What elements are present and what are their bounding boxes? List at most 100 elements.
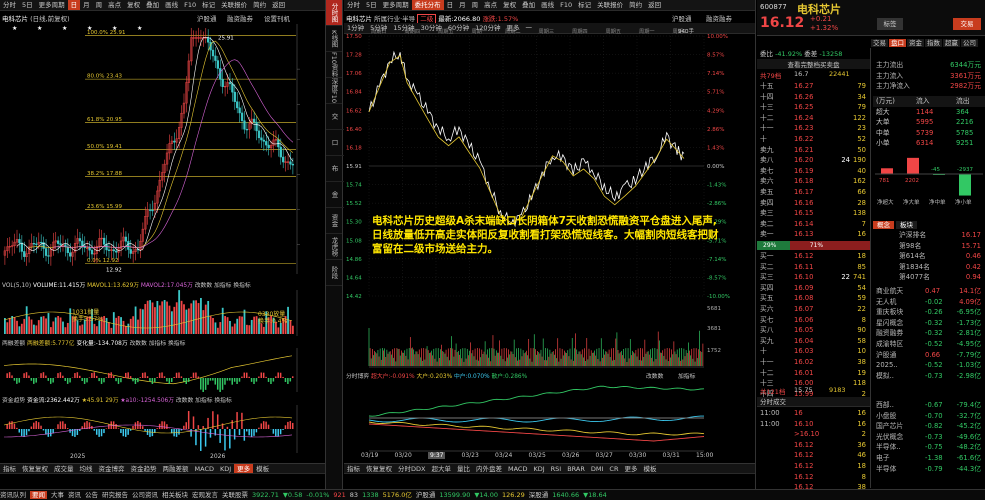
status-tab[interactable]: 大事 xyxy=(51,491,64,499)
fund-param-button[interactable]: 改数数 xyxy=(176,398,193,404)
toolbar-button[interactable]: MACD xyxy=(505,464,530,473)
toolbar-button[interactable]: 画线 xyxy=(162,0,181,10)
vol-param-button[interactable]: 改数数 xyxy=(195,283,212,289)
toolbar-button[interactable]: F10 xyxy=(181,0,199,10)
toolbar-button[interactable]: 关联报价 xyxy=(218,0,250,10)
book-row[interactable]: 买七 16.06 8 xyxy=(757,315,870,326)
toolbar-button[interactable]: 分时DDX xyxy=(395,464,428,473)
quote-tab[interactable]: 盘口 xyxy=(889,39,906,47)
book-row[interactable]: 买二 16.11 85 xyxy=(757,262,870,273)
margin-switch-button[interactable]: 换指标 xyxy=(168,341,185,347)
toolbar-button[interactable]: 月 xyxy=(80,0,93,10)
toolbar-button[interactable]: 5日 xyxy=(19,0,36,10)
sector-row[interactable]: 星闪概念 -0.32 -1.73亿 xyxy=(873,318,985,329)
sector-row[interactable]: 半导体 -0.79 -44.3亿 xyxy=(873,464,985,475)
toolbar-button[interactable]: 简约 xyxy=(626,0,645,10)
book-row[interactable]: 卖五 16.17 66 xyxy=(757,187,870,198)
toolbar-button[interactable]: 叠加 xyxy=(519,0,538,10)
side-tab[interactable]: 分时图 xyxy=(326,0,342,26)
toolbar-button[interactable]: 周 xyxy=(469,0,482,10)
toolbar-button[interactable]: 更多周期 xyxy=(36,0,68,10)
sector-row[interactable]: 半导体.. -0.75 -48.2亿 xyxy=(873,442,985,453)
toolbar-button[interactable]: 复权 xyxy=(124,0,143,10)
status-tab[interactable]: 公司资讯 xyxy=(132,491,158,499)
toolbar-button[interactable]: 量比 xyxy=(454,464,473,473)
toolbar-button[interactable]: 均线 xyxy=(77,464,96,473)
sector-row[interactable]: 2025.. -0.52 -1.03亿 xyxy=(873,360,985,371)
toolbar-button[interactable]: 返回 xyxy=(269,0,288,10)
rank-tab[interactable]: 板块 xyxy=(896,221,917,229)
toolbar-button[interactable]: CR xyxy=(606,464,621,473)
book-row[interactable]: 卖八 16.20 190 24 xyxy=(757,155,870,166)
trade-button[interactable]: 交易 xyxy=(953,18,981,30)
toolbar-button[interactable]: KDJ xyxy=(217,464,234,473)
toolbar-button[interactable]: 日 xyxy=(444,0,457,10)
full-book-link[interactable]: 查看完整档买卖盘 xyxy=(757,59,870,69)
toolbar-button[interactable]: 标记 xyxy=(199,0,218,10)
status-tab[interactable]: 宏观发言 xyxy=(192,491,218,499)
toolbar-button[interactable]: 复权 xyxy=(500,0,519,10)
tag-button[interactable]: 标签 xyxy=(877,18,903,30)
toolbar-button[interactable]: DMI xyxy=(588,464,607,473)
book-row[interactable]: 十一 16.23 23 xyxy=(757,123,870,134)
toolbar-button[interactable]: BRAR xyxy=(564,464,588,473)
sector-row[interactable]: 西部.. -0.67 -79.4亿 xyxy=(873,400,985,411)
side-tab[interactable]: 资金 xyxy=(326,208,342,234)
book-row[interactable]: 十三 16.25 79 xyxy=(757,102,870,113)
status-tab[interactable]: 相关板块 xyxy=(162,491,188,499)
book-row[interactable]: 买三 16.10 741 22 xyxy=(757,272,870,283)
book-row[interactable]: 十四 16.26 34 xyxy=(757,92,870,103)
toolbar-button[interactable]: 更多 xyxy=(621,464,640,473)
book-row[interactable]: 卖七 16.19 40 xyxy=(757,166,870,177)
sector-row[interactable]: 小盘股 -0.70 -32.7亿 xyxy=(873,411,985,422)
book-row[interactable]: 十二 16.24 122 xyxy=(757,113,870,124)
sector-row[interactable]: 成渝特区 -0.52 -4.95亿 xyxy=(873,339,985,350)
status-tab[interactable]: 关联股票 xyxy=(222,491,248,499)
sector-row[interactable]: 光伏概念 -0.73 -49.6亿 xyxy=(873,432,985,443)
toolbar-button[interactable]: KDJ xyxy=(530,464,547,473)
quote-tab[interactable]: 资金 xyxy=(907,39,924,47)
side-tab[interactable]: 阶段 xyxy=(326,260,342,286)
book-row[interactable]: 买四 16.09 54 xyxy=(757,283,870,294)
toolbar-button[interactable]: 分时 xyxy=(0,0,19,10)
book-row[interactable]: 卖六 16.18 162 xyxy=(757,176,870,187)
toolbar-button[interactable]: 叠加 xyxy=(143,0,162,10)
sector-row[interactable]: 重庆板块 -0.26 -6.95亿 xyxy=(873,307,985,318)
settings-label[interactable]: 设置刊机 xyxy=(264,13,290,23)
toolbar-button[interactable]: MACD xyxy=(192,464,217,473)
toolbar-button[interactable]: 更多 xyxy=(234,464,254,473)
sector-row[interactable]: 无人机 -0.02 4.09亿 xyxy=(873,297,985,308)
quote-tab[interactable]: 指数 xyxy=(925,39,942,47)
kline-chart[interactable]: 100.0% 25.91 80.0% 23.43 61.8% 20.95 50.0% … xyxy=(0,24,326,279)
toolbar-button[interactable]: 5日 xyxy=(363,0,380,10)
book-row[interactable]: 十 16.22 52 xyxy=(757,134,870,145)
vol-switch-button[interactable]: 换指标 xyxy=(233,283,250,289)
toolbar-button[interactable]: 高点 xyxy=(481,0,500,10)
fund-param-button[interactable]: 改数数 xyxy=(646,371,663,380)
book-row[interactable]: 卖一 16.13 16 xyxy=(757,229,870,240)
status-tab[interactable]: 资讯队列 xyxy=(0,491,26,499)
quote-tab[interactable]: 交易 xyxy=(871,39,888,47)
toolbar-button[interactable]: 超大单 xyxy=(428,464,454,473)
toolbar-button[interactable]: 模板 xyxy=(640,464,659,473)
hk-connect-label[interactable]: 沪股通 xyxy=(672,13,692,23)
book-row[interactable]: 十一 16.02 38 xyxy=(757,357,870,368)
side-tab[interactable]: K线图 xyxy=(326,26,342,52)
book-row[interactable]: 十五 16.27 79 xyxy=(757,81,870,92)
side-tab[interactable]: 龙虎榜 xyxy=(326,234,342,260)
status-tab[interactable]: 研究报告 xyxy=(102,491,128,499)
toolbar-button[interactable]: 简约 xyxy=(250,0,269,10)
book-row[interactable]: 十二 16.01 19 xyxy=(757,368,870,379)
toolbar-button[interactable]: 成交量 xyxy=(51,464,77,473)
book-row[interactable]: 买九 16.04 58 xyxy=(757,336,870,347)
intraday-price-chart[interactable]: 17.50 10.00% 17.28 8.57% 17.06 7.14% 16.84 5.71… xyxy=(344,24,756,304)
quote-tab[interactable]: 公司 xyxy=(961,39,978,47)
toolbar-button[interactable]: 关联报价 xyxy=(594,0,626,10)
toolbar-button[interactable]: 恢复复权 xyxy=(363,464,395,473)
order-distribution-tab[interactable]: 委托分布 xyxy=(411,0,444,10)
sector-row[interactable]: 国产芯片 -0.82 -45.2亿 xyxy=(873,421,985,432)
vol-add-button[interactable]: 加指标 xyxy=(214,283,231,289)
toolbar-button[interactable]: 恢复复权 xyxy=(19,464,51,473)
book-row[interactable]: 卖九 16.21 50 xyxy=(757,145,870,156)
toolbar-button[interactable]: 指标 xyxy=(344,464,363,473)
